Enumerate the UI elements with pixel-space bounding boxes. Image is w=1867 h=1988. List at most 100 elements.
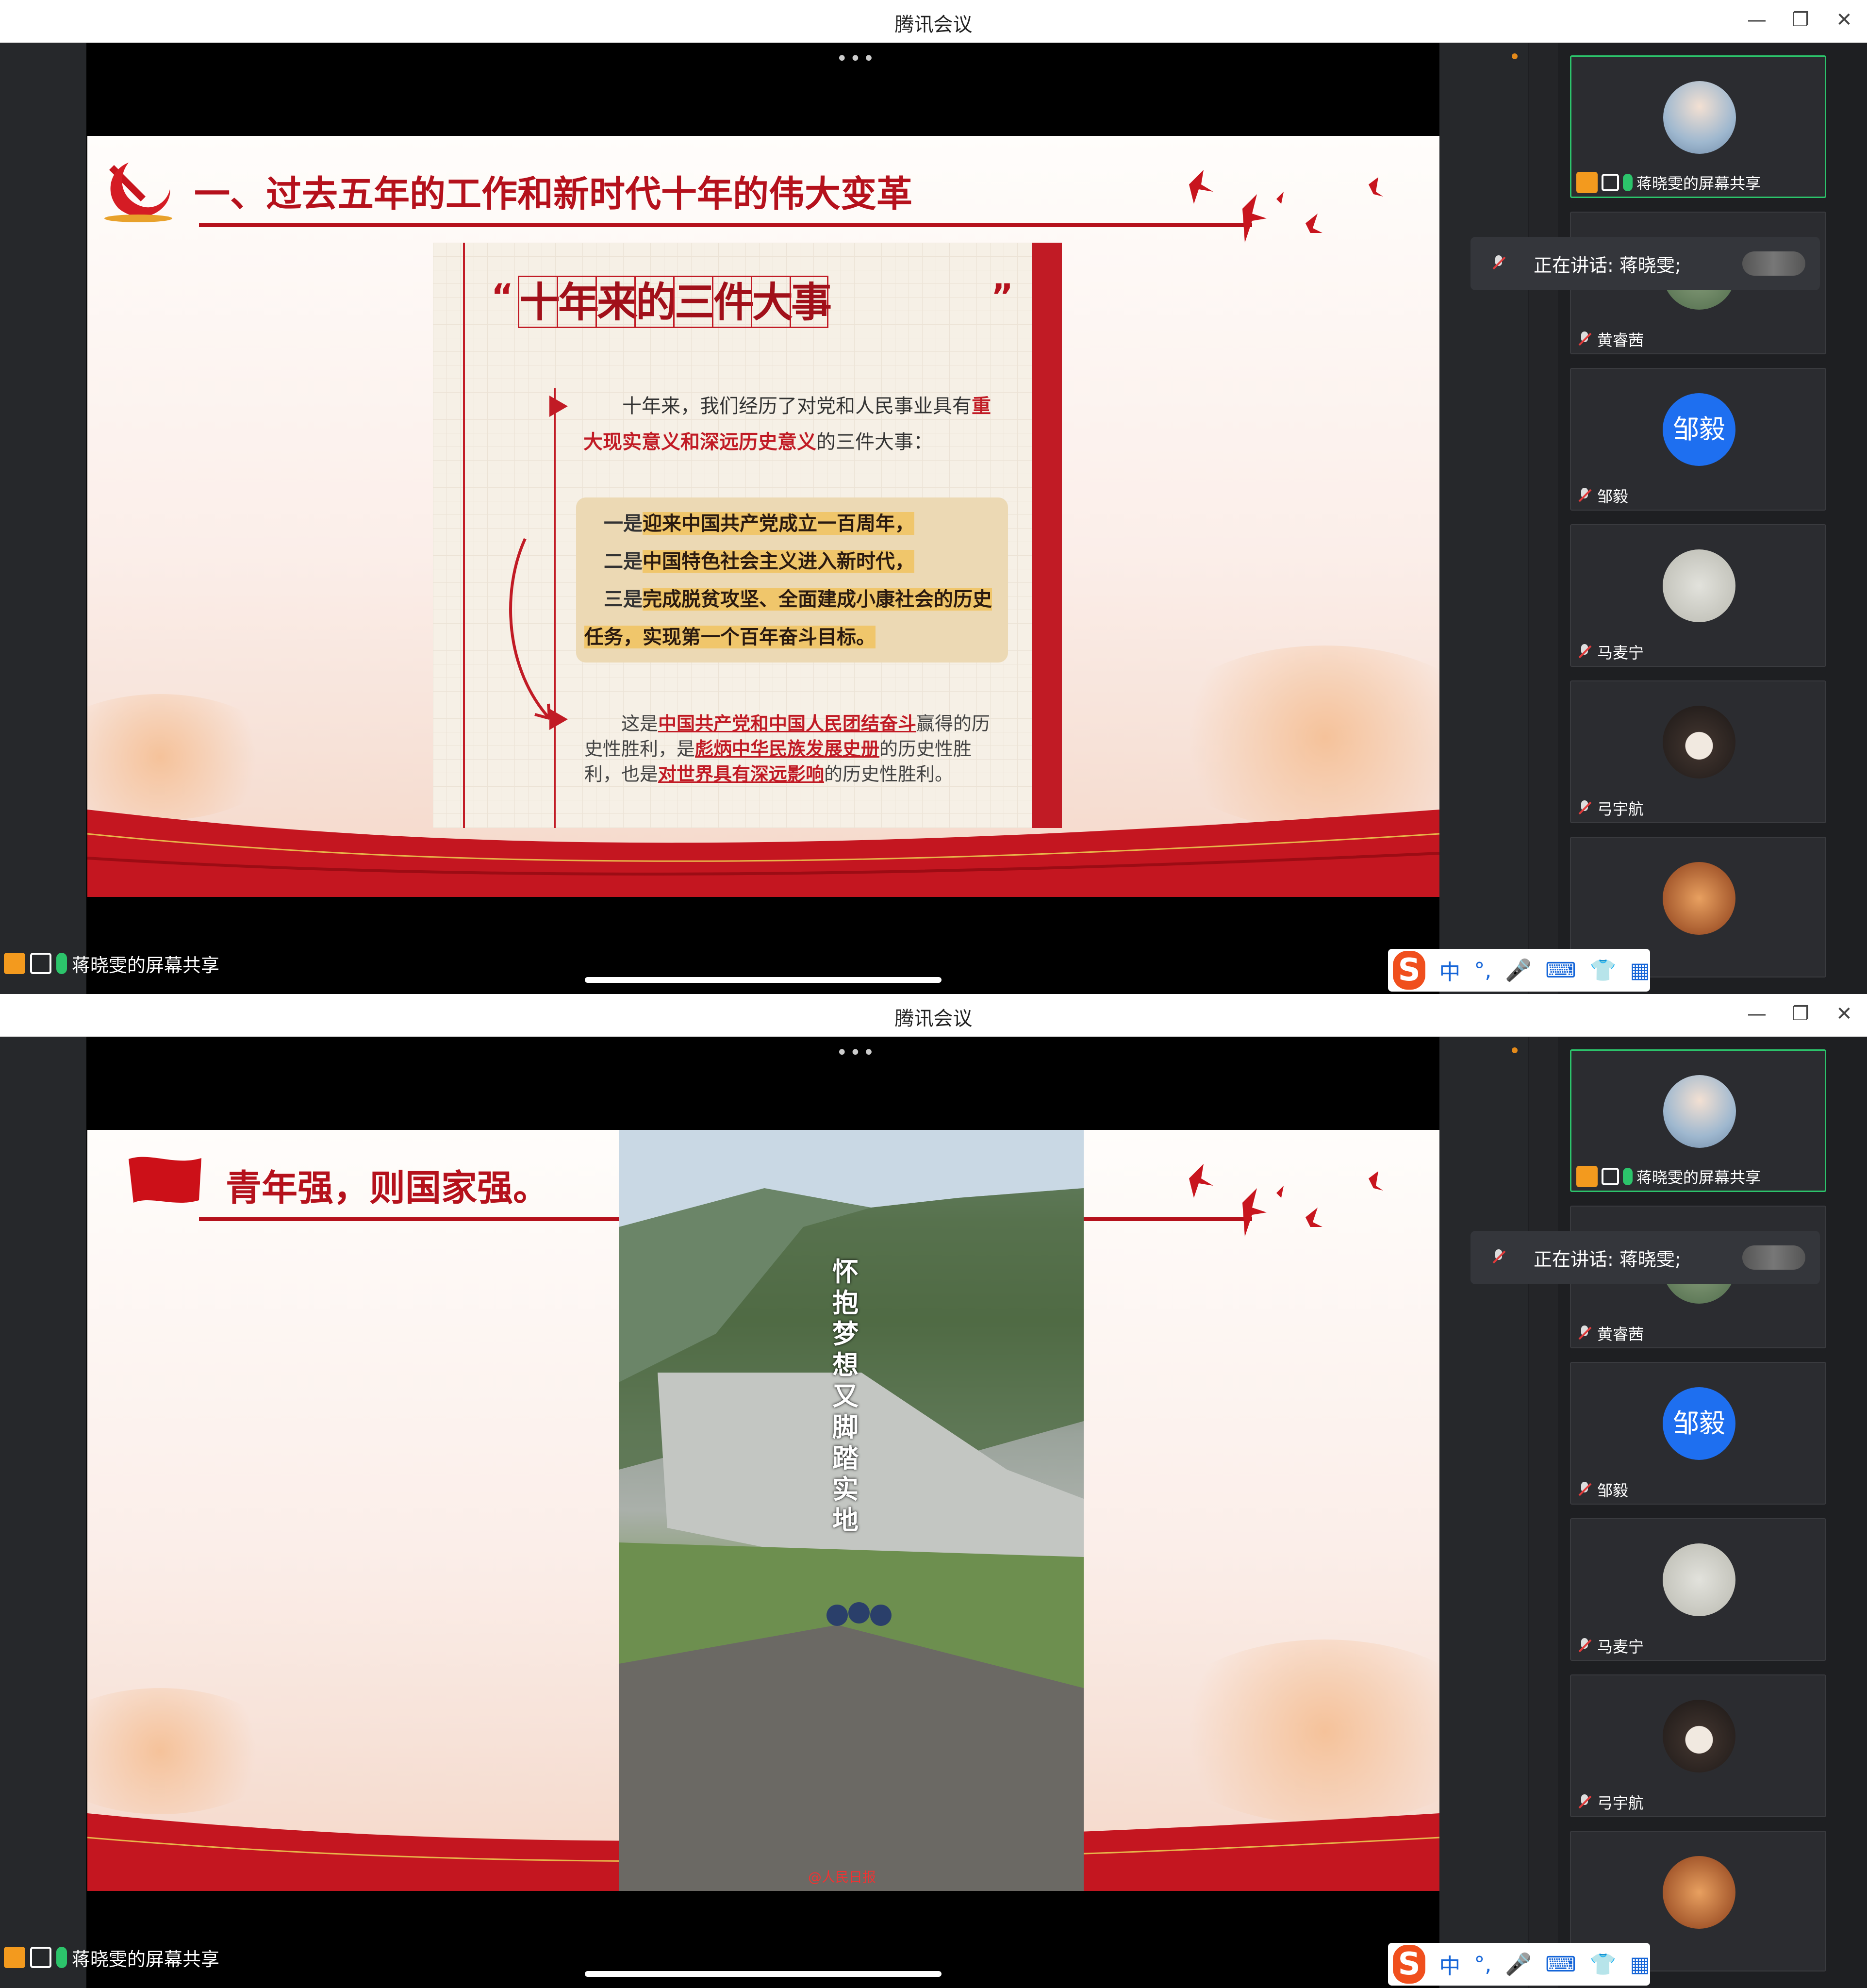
share-scrollbar[interactable] xyxy=(585,1971,942,1977)
avatar xyxy=(1663,706,1735,779)
conc-d: 彪炳中华民族发展史册 xyxy=(695,738,880,760)
participant-tile[interactable]: 弓宇航 xyxy=(1570,1674,1826,1817)
curved-arrow-icon xyxy=(509,538,551,720)
intro-paragraph: 十年来，我们经历了对党和人民事业具有重大现实意义和深远历史意义的三件大事： xyxy=(583,388,1001,460)
host-icon xyxy=(1576,172,1598,193)
participant-tile[interactable]: 邹毅 邹毅 xyxy=(1570,1362,1826,1505)
title-bar: 腾讯会议 — ❐ ✕ xyxy=(0,0,1867,43)
participant-tile[interactable]: 邹毅 邹毅 xyxy=(1570,368,1826,511)
mic-muted-icon xyxy=(1576,487,1593,504)
title-char: 事 xyxy=(790,276,832,328)
flying-birds-icon xyxy=(1189,170,1383,243)
punct-toggle[interactable]: °, xyxy=(1474,1952,1491,1977)
participant-tile[interactable]: 蒋晓雯的屏幕共享 xyxy=(1570,55,1826,198)
minimize-button[interactable]: — xyxy=(1742,1003,1771,1025)
title-char: 三 xyxy=(673,276,715,328)
mic-on-icon xyxy=(1623,1168,1633,1185)
more-icon[interactable]: ••• xyxy=(836,48,876,70)
video-watermark: @人民日报 xyxy=(808,1869,876,1885)
conc-b: 中国共产党和中国人民团结奋斗 xyxy=(658,712,917,734)
participant-tile[interactable]: 马麦宁 xyxy=(1570,1518,1826,1661)
avatar: 邹毅 xyxy=(1663,393,1735,466)
participant-name-row: 蒋晓雯的屏幕共享 xyxy=(1576,171,1761,194)
embedded-video[interactable]: 怀抱梦想 又脚踏实地 @人民日报 xyxy=(619,1130,1084,1891)
avatar: 邹毅 xyxy=(1663,1387,1735,1460)
keyboard-icon[interactable]: ⌨ xyxy=(1545,958,1576,983)
party-emblem-icon xyxy=(104,163,172,222)
share-status: 蒋晓雯的屏幕共享 xyxy=(0,1943,219,1972)
red-flag-icon xyxy=(129,1157,201,1203)
minimize-button[interactable]: — xyxy=(1742,9,1771,31)
presentation-slide: 青年强，则国家强。 怀抱梦想 又脚踏实地 @人民日报 xyxy=(87,1130,1439,1891)
quote-close: ” xyxy=(991,277,1014,316)
skin-icon[interactable]: 👕 xyxy=(1590,958,1617,983)
mic-muted-icon xyxy=(1490,1248,1507,1266)
avatar xyxy=(1663,1856,1735,1929)
maximize-button[interactable]: ❐ xyxy=(1786,9,1815,31)
participant-name-row: 马麦宁 xyxy=(1576,1635,1644,1657)
participant-name-row: 蒋晓雯的屏幕共享 xyxy=(1576,1165,1761,1188)
participant-name: 邹毅 xyxy=(1597,487,1629,506)
participant-name: 马麦宁 xyxy=(1597,1638,1644,1656)
quote-open: “ xyxy=(491,277,514,316)
skin-icon[interactable]: 👕 xyxy=(1590,1952,1617,1977)
page-margin-line xyxy=(463,243,465,828)
close-button[interactable]: ✕ xyxy=(1830,1003,1859,1025)
participant-tile[interactable]: 弓宇航 xyxy=(1570,680,1826,823)
mic-muted-icon xyxy=(1576,1637,1593,1655)
sogou-logo-icon[interactable]: S xyxy=(1393,1945,1426,1984)
screen-share-icon xyxy=(1602,174,1619,191)
title-char: 大 xyxy=(751,276,793,328)
apps-icon[interactable]: ▦ xyxy=(1630,1952,1650,1977)
participant-name-row: 马麦宁 xyxy=(1576,641,1644,663)
participant-name: 黄睿茜 xyxy=(1597,331,1644,349)
slide-title: 青年强，则国家强。 xyxy=(226,1167,549,1209)
keyboard-icon[interactable]: ⌨ xyxy=(1545,1952,1576,1977)
ime-toolbar[interactable]: S 中 °, 🎤 ⌨ 👕 ▦ xyxy=(1388,1943,1650,1986)
avatar xyxy=(1663,862,1735,935)
close-button[interactable]: ✕ xyxy=(1830,9,1859,31)
lang-toggle[interactable]: 中 xyxy=(1439,1949,1460,1980)
title-bar: 腾讯会议 — ❐ ✕ xyxy=(0,994,1867,1037)
share-label: 蒋晓雯的屏幕共享 xyxy=(72,954,220,976)
avatar xyxy=(1663,1075,1736,1148)
participant-tile[interactable]: 蒋晓雯的屏幕共享 xyxy=(1570,1049,1826,1192)
participant-name: 黄睿茜 xyxy=(1597,1325,1644,1343)
apps-icon[interactable]: ▦ xyxy=(1630,958,1650,983)
voice-input-icon[interactable]: 🎤 xyxy=(1505,958,1532,983)
item1-prefix: 一是 xyxy=(604,512,643,535)
item3-prefix: 三是 xyxy=(604,588,643,611)
user-icon xyxy=(4,1947,25,1968)
punct-toggle[interactable]: °, xyxy=(1474,958,1491,983)
blurred-badge xyxy=(1742,1245,1805,1270)
title-char: 来 xyxy=(595,276,638,328)
participant-name: 邹毅 xyxy=(1597,1481,1629,1500)
participant-tile[interactable]: 马麦宁 xyxy=(1570,524,1826,667)
rail-divider xyxy=(1529,43,1558,994)
presentation-slide: 一、过去五年的工作和新时代十年的伟大变革 “ 十 年 来 的 三 件 大 事 ”… xyxy=(87,136,1439,897)
title-char: 年 xyxy=(557,276,599,328)
mic-on-icon xyxy=(56,1947,67,1968)
meeting-window-1: 腾讯会议 — ❐ ✕ ••• 一、过去五年的工作和新时代十年的伟大变革 “ 十 … xyxy=(0,0,1867,994)
share-label: 蒋晓雯的屏幕共享 xyxy=(72,1948,220,1970)
avatar xyxy=(1663,549,1735,622)
participant-name: 蒋晓雯的屏幕共享 xyxy=(1636,174,1761,193)
ime-toolbar[interactable]: S 中 °, 🎤 ⌨ 👕 ▦ xyxy=(1388,949,1650,992)
share-scrollbar[interactable] xyxy=(585,977,942,983)
intro-text: 十年来，我们经历了对党和人民事业具有 xyxy=(622,395,972,417)
sogou-logo-icon[interactable]: S xyxy=(1393,951,1426,990)
screen-share-icon xyxy=(30,953,51,974)
participant-name-row: 黄睿茜 xyxy=(1576,1322,1644,1344)
user-icon xyxy=(4,953,25,974)
participant-name: 蒋晓雯的屏幕共享 xyxy=(1636,1168,1761,1187)
big-title: 十 年 来 的 三 件 大 事 xyxy=(518,276,832,328)
item3-text: 完成脱贫攻坚、全面建成小康社会的历史任务，实现第一个百年奋斗目标。 xyxy=(584,588,992,648)
more-icon[interactable]: ••• xyxy=(836,1042,876,1064)
lang-toggle[interactable]: 中 xyxy=(1439,955,1460,986)
conc-a: 这是 xyxy=(621,713,659,734)
participant-name-row: 黄睿茜 xyxy=(1576,328,1644,350)
voice-input-icon[interactable]: 🎤 xyxy=(1505,1952,1532,1977)
item2-prefix: 二是 xyxy=(604,550,643,573)
maximize-button[interactable]: ❐ xyxy=(1786,1003,1815,1025)
mic-muted-icon xyxy=(1576,1481,1593,1498)
